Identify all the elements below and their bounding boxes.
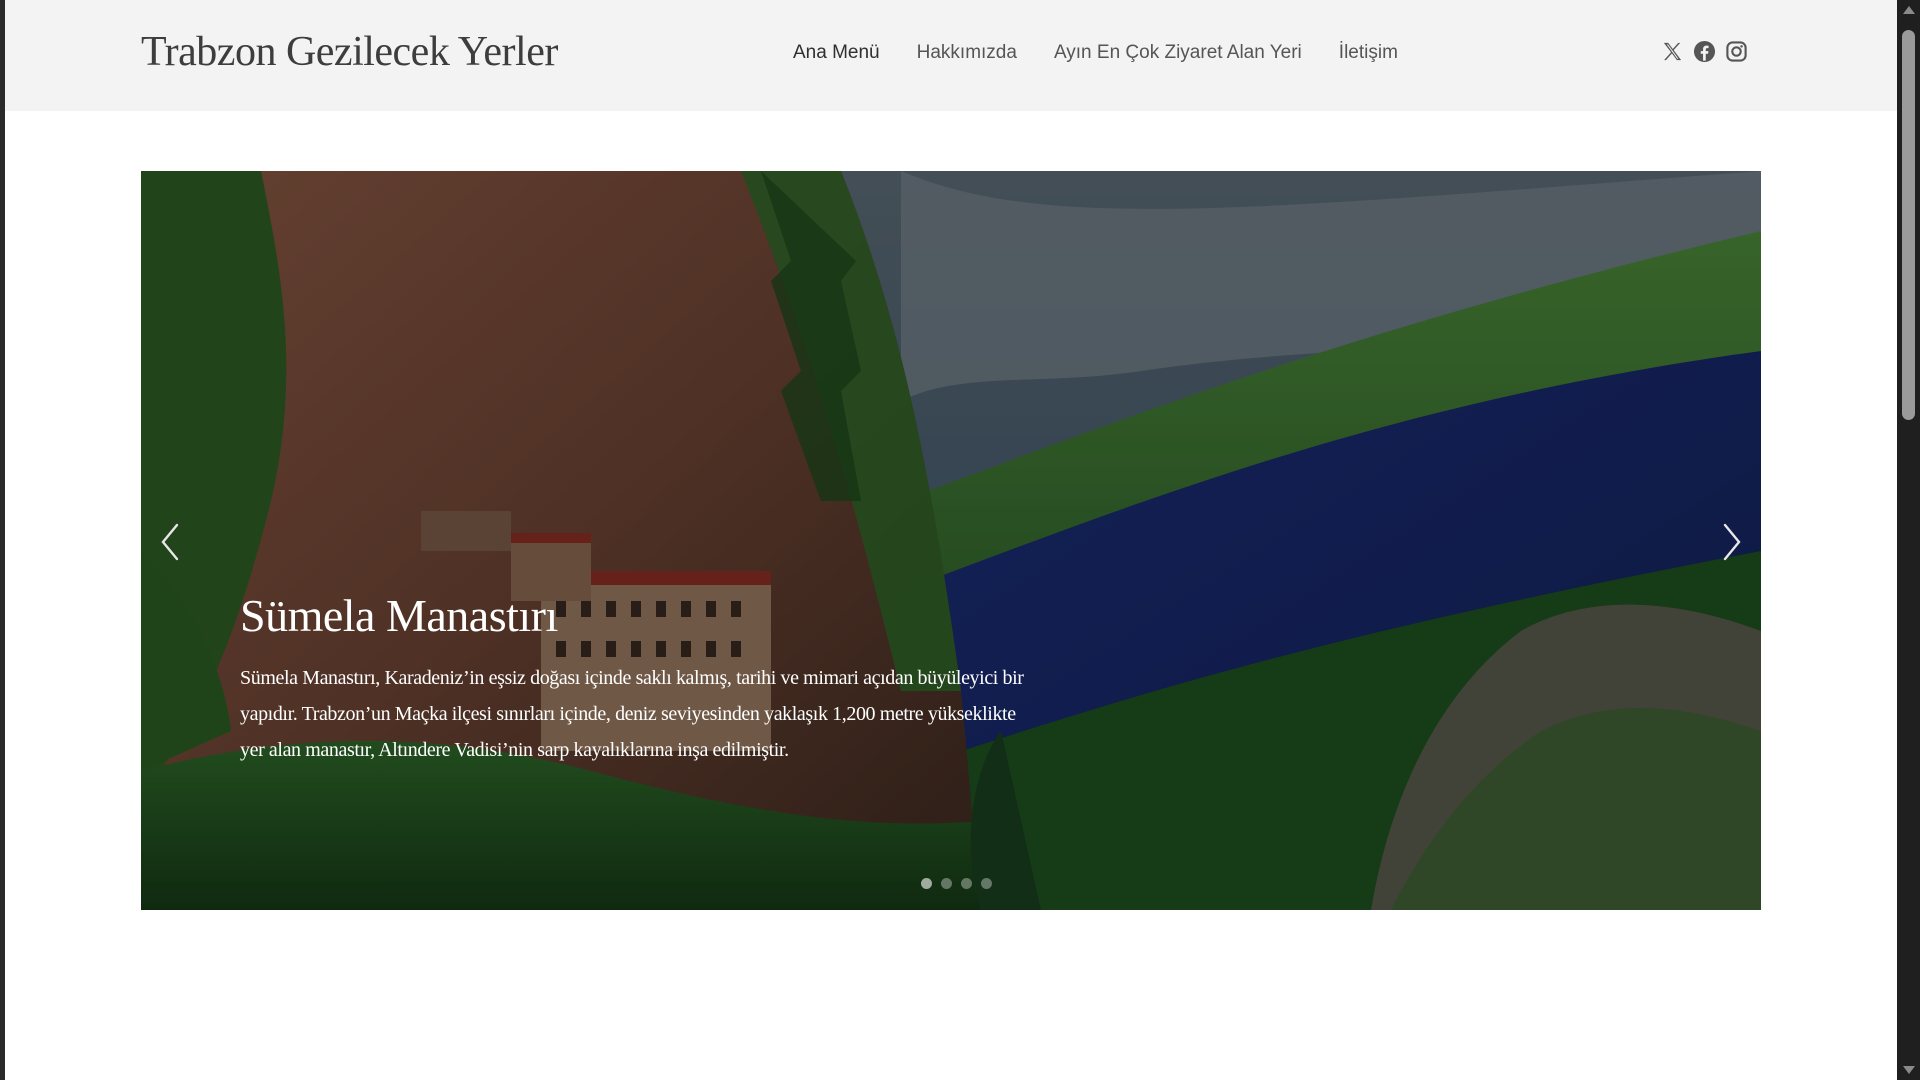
slider-prev-button[interactable] — [151, 507, 191, 577]
slider-next-button[interactable] — [1711, 507, 1751, 577]
nav-item-ayin-en-cok-ziyaret[interactable]: Ayın En Çok Ziyaret Alan Yeri — [1054, 42, 1302, 64]
chevron-right-icon — [1723, 523, 1741, 561]
social-links — [1661, 40, 1748, 63]
slide-caption: Sümela Manastırı Sümela Manastırı, Karad… — [240, 589, 1030, 768]
slide-description: Sümela Manastırı, Karadeniz’in eşsiz doğ… — [240, 667, 1024, 761]
hero-slider: Sümela Manastırı Sümela Manastırı, Karad… — [141, 171, 1761, 910]
slide-indicator-1[interactable] — [921, 878, 932, 889]
page-viewport: Trabzon Gezilecek Yerler Ana Menü Hakkım… — [5, 0, 1897, 1080]
facebook-icon[interactable] — [1693, 40, 1716, 63]
site-title[interactable]: Trabzon Gezilecek Yerler — [141, 28, 558, 76]
slide-overlay — [141, 171, 1761, 910]
vertical-scrollbar[interactable] — [1897, 0, 1920, 1080]
slide-indicator-4[interactable] — [981, 878, 992, 889]
scroll-down-arrow-icon[interactable] — [1903, 1066, 1915, 1074]
nav-item-hakkimizda[interactable]: Hakkımızda — [917, 42, 1017, 64]
scroll-up-arrow-icon[interactable] — [1903, 6, 1915, 14]
slide-indicator-2[interactable] — [941, 878, 952, 889]
main-nav: Ana Menü Hakkımızda Ayın En Çok Ziyaret … — [793, 42, 1398, 64]
chevron-left-icon — [161, 523, 179, 561]
scrollbar-thumb[interactable] — [1902, 30, 1915, 420]
x-icon[interactable] — [1661, 40, 1684, 63]
nav-item-ana-menu[interactable]: Ana Menü — [793, 42, 880, 64]
slide-title: Sümela Manastırı — [240, 590, 558, 641]
slide-indicator-3[interactable] — [961, 878, 972, 889]
slider-indicators — [921, 878, 992, 889]
site-header: Trabzon Gezilecek Yerler Ana Menü Hakkım… — [5, 0, 1897, 111]
instagram-icon[interactable] — [1725, 40, 1748, 63]
nav-item-iletisim[interactable]: İletişim — [1339, 42, 1398, 64]
